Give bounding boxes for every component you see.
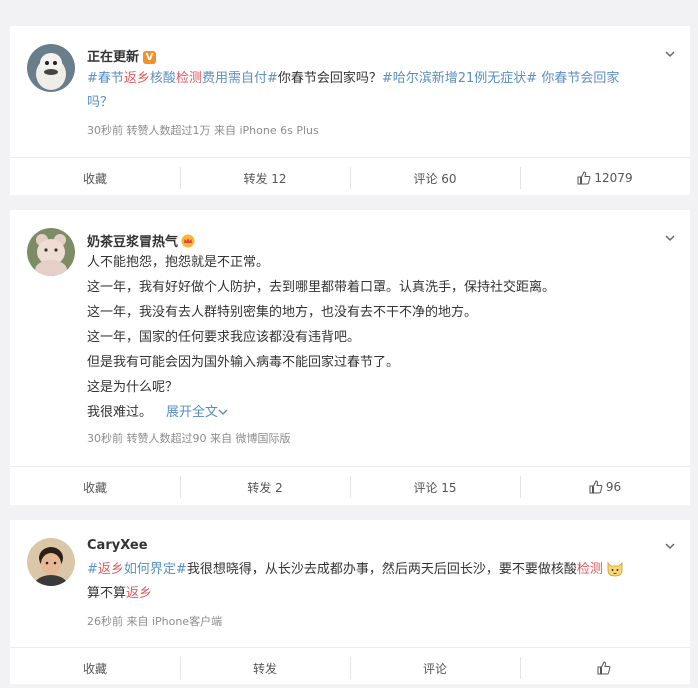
post-card: 正在更新 V #春节返乡核酸检测费用需自付#你春节会回家吗？#哈尔滨新增21例无症… bbox=[10, 26, 690, 195]
action-bar: 收藏 转发 评论 bbox=[10, 647, 690, 688]
post-text: #返乡如何界定#我很想晓得，从长沙去成都办事，然后两天后回长沙，要不要做核酸检测… bbox=[87, 558, 660, 606]
chevron-down-icon[interactable] bbox=[664, 540, 676, 552]
expand-full-text-link[interactable]: 展开全文 bbox=[166, 405, 228, 420]
repost-button[interactable]: 转发 2 bbox=[180, 467, 350, 507]
collect-button[interactable]: 收藏 bbox=[10, 648, 180, 688]
avatar[interactable] bbox=[27, 538, 75, 586]
chevron-down-icon[interactable] bbox=[664, 232, 676, 244]
avatar[interactable] bbox=[27, 228, 75, 276]
username[interactable]: 奶茶豆浆冒热气 bbox=[87, 231, 195, 250]
username[interactable]: 正在更新 V bbox=[87, 46, 157, 65]
thumbs-up-icon bbox=[577, 171, 591, 185]
comment-button[interactable]: 评论 60 bbox=[350, 158, 520, 198]
cat-face-emoji-icon bbox=[607, 562, 623, 577]
thumbs-up-icon bbox=[589, 480, 603, 494]
collect-button[interactable]: 收藏 bbox=[10, 158, 180, 198]
repost-button[interactable]: 转发 bbox=[180, 648, 350, 688]
post-card: 奶茶豆浆冒热气 人不能抱怨，抱怨就是不正常。 这一年，我有好好做个人防护，去到哪… bbox=[10, 210, 690, 505]
thumbs-up-icon bbox=[597, 661, 610, 675]
chevron-down-icon[interactable] bbox=[664, 48, 676, 60]
post-meta: 30秒前 转赞人数超过1万 来自 iPhone 6s Plus bbox=[87, 124, 319, 137]
chevron-down-icon bbox=[218, 409, 228, 415]
like-button[interactable]: 96 bbox=[520, 467, 690, 507]
like-button[interactable]: 12079 bbox=[520, 158, 690, 198]
post-meta: 30秒前 转赞人数超过90 来自 微博国际版 bbox=[87, 432, 291, 445]
post-card: CaryXee #返乡如何界定#我很想晓得，从长沙去成都办事，然后两天后回长沙，… bbox=[10, 520, 690, 684]
crown-badge-icon bbox=[181, 234, 195, 248]
post-text: #春节返乡核酸检测费用需自付#你春节会回家吗？#哈尔滨新增21例无症状# 你春节… bbox=[87, 71, 620, 110]
username[interactable]: CaryXee bbox=[87, 538, 148, 553]
comment-button[interactable]: 评论 bbox=[350, 648, 520, 688]
repost-button[interactable]: 转发 12 bbox=[180, 158, 350, 198]
post-text: 人不能抱怨，抱怨就是不正常。 这一年，我有好好做个人防护，去到哪里都带着口罩。认… bbox=[87, 255, 556, 420]
action-bar: 收藏 转发 12 评论 60 12079 bbox=[10, 157, 690, 198]
action-bar: 收藏 转发 2 评论 15 96 bbox=[10, 466, 690, 507]
collect-button[interactable]: 收藏 bbox=[10, 467, 180, 507]
comment-button[interactable]: 评论 15 bbox=[350, 467, 520, 507]
like-button[interactable] bbox=[520, 648, 690, 688]
avatar[interactable] bbox=[27, 44, 75, 92]
verified-badge: V bbox=[143, 51, 157, 64]
post-meta: 26秒前 来自 iPhone客户端 bbox=[87, 615, 223, 628]
